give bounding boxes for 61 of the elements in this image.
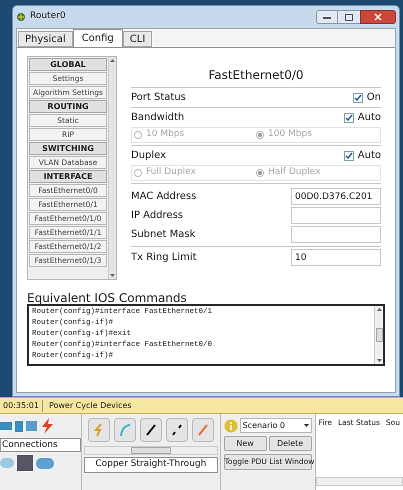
scrollbar[interactable] [316, 477, 403, 486]
radio-button[interactable] [134, 131, 142, 139]
radio-label: Half Duplex [268, 166, 320, 180]
checkbox[interactable] [344, 150, 354, 160]
panel-title: FastEthernet0/0 [131, 66, 381, 88]
radio-button[interactable] [256, 131, 264, 139]
caret-icon [304, 424, 309, 427]
sidebar-section-heading: SWITCHING [29, 142, 107, 155]
cable-icon[interactable] [166, 418, 188, 442]
radio-button[interactable] [134, 169, 142, 177]
close-button[interactable] [360, 10, 396, 24]
scenario-dropdown[interactable]: Scenario 0 [240, 418, 312, 433]
input-field[interactable] [291, 207, 381, 224]
window-title: Router0 [30, 10, 66, 24]
scroll-down-icon [376, 359, 382, 362]
field-label: IP Address [131, 209, 183, 223]
sidebar-section-heading: GLOBAL [29, 58, 107, 71]
radio-label: 10 Mbps [146, 128, 184, 142]
close-icon [374, 13, 382, 21]
tab[interactable]: Physical [18, 31, 73, 47]
minimize-icon [323, 16, 331, 18]
radio-label: Full Duplex [146, 166, 196, 180]
scroll-up-icon [376, 308, 382, 311]
clock-text: 00:35:01 [0, 400, 43, 412]
input-field[interactable]: 00D0.D376.C201 [291, 188, 381, 205]
input-field[interactable]: 10 [291, 249, 381, 266]
checkbox-label: On [366, 91, 381, 105]
checkbox[interactable] [352, 92, 363, 102]
radio-label: 100 Mbps [268, 128, 312, 142]
field-label: MAC Address [131, 190, 196, 204]
field-label: Bandwidth [131, 111, 184, 125]
lightning-icon[interactable] [40, 418, 54, 434]
section-title: Equivalent IOS Commands [27, 292, 188, 304]
input-field[interactable] [291, 226, 381, 243]
tab[interactable]: CLI [122, 31, 152, 47]
scroll-down-icon [110, 274, 115, 277]
checkbox-label: Auto [358, 149, 381, 163]
field-label: Tx Ring Limit [131, 251, 197, 265]
radio-button[interactable] [256, 169, 264, 177]
category-label: Connections [0, 438, 82, 452]
scroll-up-icon [110, 59, 115, 62]
field-label: Duplex [131, 149, 166, 163]
field-label: Subnet Mask [131, 228, 196, 242]
cable-icon[interactable] [140, 418, 162, 442]
minimize-button[interactable] [316, 10, 338, 24]
checkbox[interactable] [344, 112, 354, 122]
sidebar-section-heading: ROUTING [29, 100, 107, 113]
sidebar-section-heading: INTERFACE [29, 170, 107, 183]
info-icon[interactable] [224, 418, 238, 432]
tab[interactable]: Config [72, 29, 123, 47]
scrollbar[interactable] [108, 57, 116, 279]
cable-name: Copper Straight-Through [84, 457, 218, 472]
maximize-button[interactable] [338, 10, 360, 24]
maximize-icon [345, 14, 353, 20]
scenario-button[interactable]: New [224, 436, 267, 451]
field-label: Port Status [131, 91, 186, 105]
scrollbar[interactable] [374, 306, 383, 364]
checkbox-label: Auto [358, 111, 381, 125]
scrollbar[interactable] [84, 446, 218, 455]
power-cycle-button[interactable]: Power Cycle Devices [42, 400, 138, 412]
scenario-button[interactable]: Delete [268, 436, 312, 451]
